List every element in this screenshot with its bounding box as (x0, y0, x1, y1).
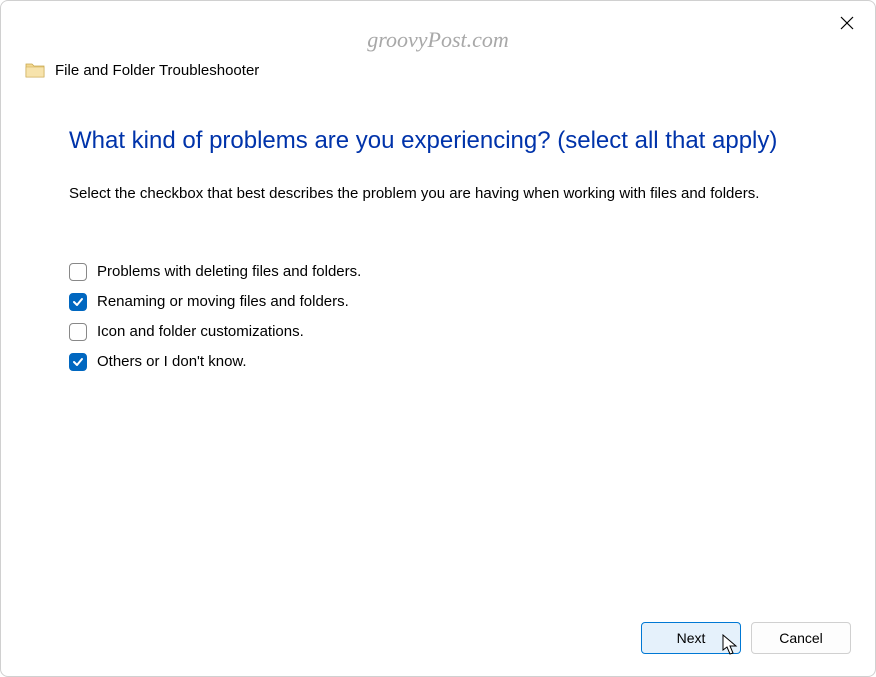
checkbox[interactable] (69, 323, 87, 341)
options-list: Problems with deleting files and folders… (69, 263, 807, 371)
cancel-button[interactable]: Cancel (751, 622, 851, 654)
question-heading: What kind of problems are you experienci… (69, 127, 807, 155)
dialog-header: File and Folder Troubleshooter (1, 1, 875, 79)
checkbox[interactable] (69, 353, 87, 371)
folder-icon (25, 61, 45, 79)
option-rename-move[interactable]: Renaming or moving files and folders. (69, 293, 807, 311)
option-label: Others or I don't know. (97, 353, 247, 370)
dialog-title: File and Folder Troubleshooter (55, 62, 259, 79)
description-text: Select the checkbox that best describes … (69, 183, 807, 205)
option-others[interactable]: Others or I don't know. (69, 353, 807, 371)
checkbox[interactable] (69, 263, 87, 281)
option-icon-customization[interactable]: Icon and folder customizations. (69, 323, 807, 341)
next-button[interactable]: Next (641, 622, 741, 654)
close-icon (840, 16, 854, 30)
option-label: Problems with deleting files and folders… (97, 263, 361, 280)
checkbox[interactable] (69, 293, 87, 311)
dialog-footer: Next Cancel (1, 604, 875, 676)
option-label: Icon and folder customizations. (97, 323, 304, 340)
option-label: Renaming or moving files and folders. (97, 293, 349, 310)
option-delete-problems[interactable]: Problems with deleting files and folders… (69, 263, 807, 281)
dialog-content: What kind of problems are you experienci… (1, 79, 875, 604)
close-button[interactable] (837, 13, 857, 33)
troubleshooter-dialog: groovyPost.com File and Folder Troublesh… (0, 0, 876, 677)
